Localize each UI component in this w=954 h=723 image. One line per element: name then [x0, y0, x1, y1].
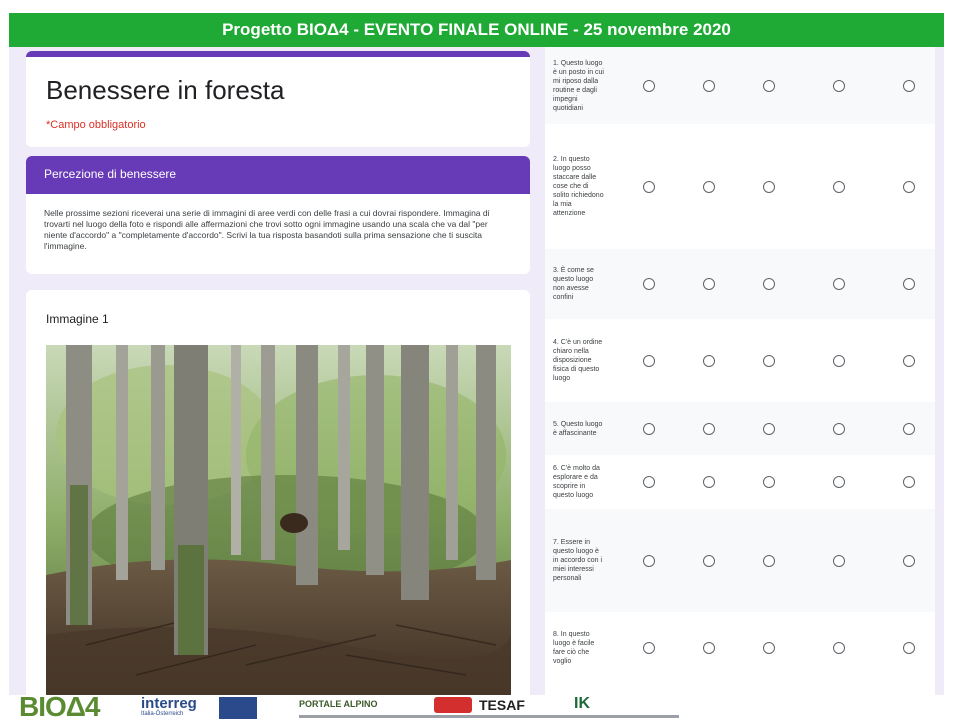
radio-option[interactable]	[903, 180, 915, 193]
grid-row: 1. Questo luogo è un posto in cui mi rip…	[545, 47, 935, 124]
footer-logos: BIOΔ4 interreg Italia-Österreich PORTALE…	[9, 691, 944, 722]
ik-logo: IK	[574, 695, 590, 712]
radio-option[interactable]	[643, 476, 655, 488]
radio-option[interactable]	[643, 278, 655, 290]
form-title-card: Benessere in foresta *Campo obbligatorio	[26, 51, 530, 147]
radio-option[interactable]	[903, 79, 915, 92]
radio-option[interactable]	[833, 79, 845, 92]
radio-option[interactable]	[903, 642, 915, 654]
radio-option[interactable]	[703, 642, 715, 654]
radio-option[interactable]	[833, 422, 845, 435]
radio-option[interactable]	[763, 642, 775, 654]
banner-text: Progetto BIOΔ4 - EVENTO FINALE ONLINE - …	[222, 20, 731, 39]
grid-row: 4. C'è un ordine chiaro nella disposizio…	[545, 319, 935, 402]
radio-option[interactable]	[763, 554, 775, 567]
tesaf-logo: TESAF	[479, 697, 525, 713]
grid-row-label: 6. C'è molto da esplorare e da scoprire …	[553, 465, 600, 499]
grid-row-label: 3. È come se questo luogo non avesse con…	[553, 267, 594, 301]
radio-option[interactable]	[643, 422, 655, 435]
grid-row: 6. C'è molto da esplorare e da scoprire …	[545, 455, 935, 509]
grid-row-label: 7. Essere in questo luogo è in accordo c…	[553, 539, 603, 582]
footer-strip	[299, 715, 679, 718]
forest-photo	[46, 345, 511, 695]
grid-row-label: 4. C'è un ordine chiaro nella disposizio…	[553, 339, 603, 382]
interreg-logo: interreg	[141, 695, 197, 712]
radio-option[interactable]	[833, 354, 845, 367]
radio-option[interactable]	[903, 278, 915, 290]
radio-option[interactable]	[643, 79, 655, 92]
image-label: Immagine 1	[46, 312, 109, 326]
grid-row: 2. In questo luogo posso staccare dalle …	[545, 124, 935, 249]
radio-option[interactable]	[763, 278, 775, 290]
grid-row: 3. È come se questo luogo non avesse con…	[545, 249, 935, 319]
radio-option[interactable]	[763, 476, 775, 488]
section-header: Percezione di benessere	[26, 156, 530, 194]
radio-option[interactable]	[903, 354, 915, 367]
radio-option[interactable]	[833, 180, 845, 193]
section-description: Nelle prossime sezioni riceverai una ser…	[26, 194, 530, 274]
radio-option[interactable]	[763, 422, 775, 435]
grid-question: 1. Questo luogo è un posto in cui mi rip…	[545, 47, 935, 697]
radio-option[interactable]	[643, 180, 655, 193]
radio-option[interactable]	[703, 354, 715, 367]
partner-logo: PORTALE ALPINO	[299, 699, 378, 709]
grid-row: 5. Questo luogo è affascinante	[545, 402, 935, 455]
radio-option[interactable]	[903, 554, 915, 567]
interreg-subtitle: Italia-Österreich	[141, 711, 184, 717]
radio-option[interactable]	[643, 642, 655, 654]
radio-option[interactable]	[643, 554, 655, 567]
google-form: Benessere in foresta *Campo obbligatorio…	[9, 47, 944, 697]
radio-option[interactable]	[763, 354, 775, 367]
grid-row-label: 1. Questo luogo è un posto in cui mi rip…	[553, 59, 604, 112]
section-title: Percezione di benessere	[44, 167, 177, 181]
partner-red-logo-icon	[434, 697, 472, 713]
radio-option[interactable]	[903, 422, 915, 435]
radio-option[interactable]	[763, 180, 775, 193]
radio-option[interactable]	[833, 642, 845, 654]
radio-option[interactable]	[643, 354, 655, 367]
image-question-card: Immagine 1	[26, 290, 530, 697]
grid-row-label: 5. Questo luogo è affascinante	[553, 420, 603, 437]
radio-option[interactable]	[703, 422, 715, 435]
radio-option[interactable]	[703, 180, 715, 193]
radio-option[interactable]	[703, 554, 715, 567]
bio-delta4-logo: BIOΔ4	[19, 691, 100, 722]
radio-option[interactable]	[833, 476, 845, 488]
grid-row: 8. In questo luogo è facile fare ciò che…	[545, 612, 935, 684]
grid-row-label: 2. In questo luogo posso staccare dalle …	[553, 156, 604, 217]
radio-option[interactable]	[903, 476, 915, 488]
grid-row-label: 8. In questo luogo è facile fare ciò che…	[553, 631, 595, 665]
required-note: *Campo obbligatorio	[46, 119, 146, 131]
grid-row: 7. Essere in questo luogo è in accordo c…	[545, 509, 935, 612]
form-title: Benessere in foresta	[46, 75, 285, 105]
eu-flag-icon	[219, 697, 257, 719]
radio-option[interactable]	[763, 79, 775, 92]
event-banner: Progetto BIOΔ4 - EVENTO FINALE ONLINE - …	[9, 13, 944, 47]
radio-option[interactable]	[703, 278, 715, 290]
radio-option[interactable]	[703, 79, 715, 92]
radio-option[interactable]	[833, 554, 845, 567]
radio-option[interactable]	[703, 476, 715, 488]
radio-option[interactable]	[833, 278, 845, 290]
